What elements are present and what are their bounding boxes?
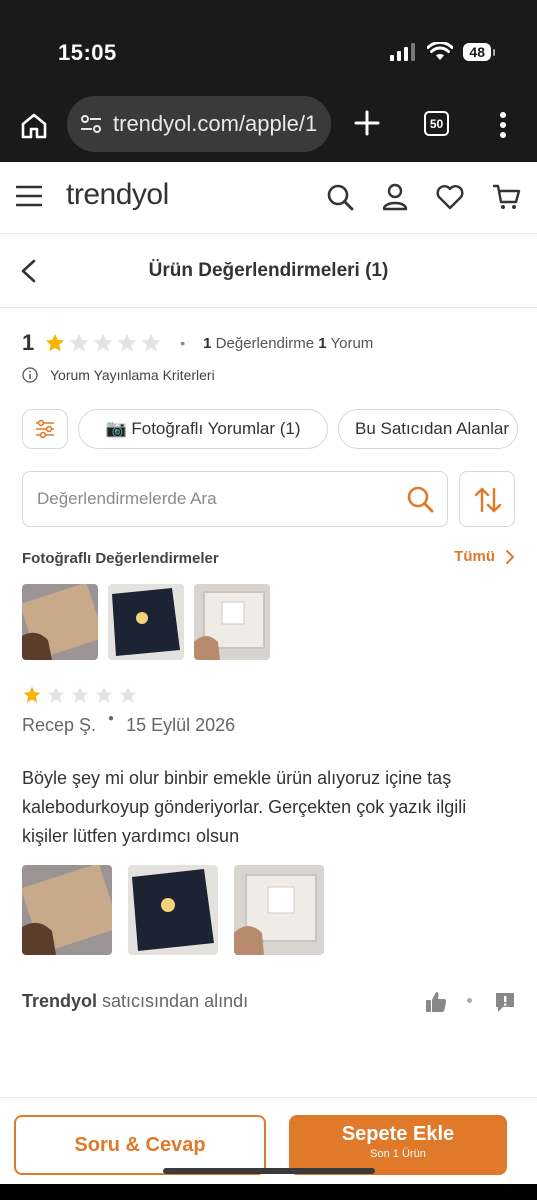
rating-counts: 1 Değerlendirme 1 Yorum xyxy=(203,335,373,352)
review-photo[interactable] xyxy=(234,865,324,955)
bottom-edge xyxy=(0,1184,537,1200)
thumbs-up-icon[interactable] xyxy=(424,990,448,1014)
tabs-button[interactable]: 50 xyxy=(424,111,449,136)
comment-count-label: Yorum xyxy=(330,334,374,352)
status-icons: 48 xyxy=(389,42,495,62)
star-empty-icon xyxy=(142,333,161,352)
summary-stars xyxy=(44,332,162,354)
new-tab-icon[interactable] xyxy=(352,108,382,138)
separator-dot: • xyxy=(180,335,186,351)
review-author: Recep Ş. xyxy=(22,715,97,735)
favorites-icon[interactable] xyxy=(435,182,465,212)
photo-reviews-title: Fotoğraflı Değerlendirmeler xyxy=(22,550,219,567)
average-rating: 1 xyxy=(22,330,35,355)
filter-button[interactable] xyxy=(22,409,68,449)
separator-dot: ● xyxy=(108,713,115,724)
seller-suffix: satıcısından alındı xyxy=(102,991,249,1011)
trendyol-logo[interactable]: trendyol xyxy=(66,178,169,212)
add-to-cart-label: Sepete Ekle xyxy=(341,1123,455,1145)
reviews-title-bar: Ürün Değerlendirmeleri (1) xyxy=(0,234,537,308)
review-photo-thumbnail[interactable] xyxy=(194,584,270,660)
rating-count-label: Değerlendirme xyxy=(215,334,315,352)
more-menu-icon[interactable] xyxy=(496,110,510,140)
site-settings-icon[interactable] xyxy=(79,112,103,136)
review-photo-thumbnail[interactable] xyxy=(22,584,98,660)
star-filled-icon xyxy=(23,686,41,703)
tile-photo xyxy=(22,865,112,955)
star-empty-icon xyxy=(47,686,65,703)
chevron-right-icon xyxy=(506,549,514,564)
review-photo[interactable] xyxy=(128,865,218,955)
seller-name[interactable]: Trendyol xyxy=(22,991,97,1011)
search-icon[interactable] xyxy=(325,182,355,212)
see-all-link[interactable]: Tümü xyxy=(454,548,515,565)
star-empty-icon xyxy=(119,686,137,703)
star-empty-icon xyxy=(118,333,137,352)
review-search-box xyxy=(22,471,448,527)
photo-reviews-filter-chip[interactable]: 📷 Fotoğraflı Yorumlar (1) xyxy=(78,409,328,449)
dark-box-photo xyxy=(108,584,184,660)
see-all-label: Tümü xyxy=(454,548,495,565)
status-time: 15:05 xyxy=(58,40,117,65)
star-empty-icon xyxy=(71,686,89,703)
review-date: 15 Eylül 2026 xyxy=(126,715,236,735)
filter-row: 📷 Fotoğraflı Yorumlar (1) Bu Satıcıdan A… xyxy=(22,409,518,449)
menu-icon[interactable] xyxy=(16,184,42,208)
site-header: trendyol xyxy=(0,162,537,234)
review-search-input[interactable] xyxy=(37,472,397,526)
qa-button[interactable]: Soru & Cevap xyxy=(14,1115,266,1175)
review-photo[interactable] xyxy=(22,865,112,955)
report-icon[interactable] xyxy=(493,990,517,1014)
white-box-photo xyxy=(234,865,324,955)
review-text: Böyle şey mi olur binbir emekle ürün alı… xyxy=(22,768,467,846)
rating-count: 1 xyxy=(203,334,212,352)
tile-photo xyxy=(22,584,98,660)
wifi-icon xyxy=(427,42,454,60)
photo-reviews-header: Fotoğraflı Değerlendirmeler Tümü xyxy=(22,548,515,570)
battery-indicator: 48 xyxy=(463,43,495,61)
star-filled-icon xyxy=(46,333,65,352)
web-page: trendyol Ürün Değerlendirmeleri (1) 1 • … xyxy=(0,162,537,1184)
cart-icon[interactable] xyxy=(492,182,522,212)
star-empty-icon xyxy=(70,333,89,352)
review-meta: Recep Ş. ● 15 Eylül 2026 xyxy=(22,713,236,736)
rating-summary: 1 • 1 Değerlendirme 1 Yorum xyxy=(22,330,373,356)
criteria-label: Yorum Yayınlama Kriterleri xyxy=(50,367,215,383)
signal-icon xyxy=(390,43,416,61)
info-icon xyxy=(22,367,38,383)
review-photo-thumbnail[interactable] xyxy=(108,584,184,660)
browser-toolbar: trendyol.com/apple/1 50 xyxy=(0,92,537,162)
from-this-seller-filter-chip[interactable]: Bu Satıcıdan Alanlar xyxy=(338,409,518,449)
separator-dot xyxy=(467,998,472,1003)
account-icon[interactable] xyxy=(380,182,410,212)
star-empty-icon xyxy=(94,333,113,352)
star-empty-icon xyxy=(95,686,113,703)
comment-count: 1 xyxy=(318,334,327,352)
home-indicator[interactable] xyxy=(163,1168,375,1174)
white-box-photo xyxy=(194,584,270,660)
sort-arrows-icon xyxy=(474,487,502,513)
stock-note: Son 1 Ürün xyxy=(370,1148,426,1160)
search-icon[interactable] xyxy=(405,484,435,514)
url-bar[interactable]: trendyol.com/apple/1 xyxy=(67,96,331,152)
seller-line: Trendyol satıcısından alındı xyxy=(22,991,248,1012)
publishing-criteria-link[interactable]: Yorum Yayınlama Kriterleri xyxy=(22,367,215,383)
page-title: Ürün Değerlendirmeleri (1) xyxy=(148,260,389,281)
dark-box-photo xyxy=(128,865,218,955)
status-bar: 15:05 48 xyxy=(0,0,537,92)
url-text: trendyol.com/apple/1 xyxy=(113,111,318,136)
filter-sliders-icon xyxy=(36,419,54,439)
add-to-cart-button[interactable]: Sepete Ekle Son 1 Ürün xyxy=(289,1115,507,1175)
sort-button[interactable] xyxy=(459,471,515,527)
review-stars xyxy=(22,685,138,705)
home-icon[interactable] xyxy=(18,110,50,142)
